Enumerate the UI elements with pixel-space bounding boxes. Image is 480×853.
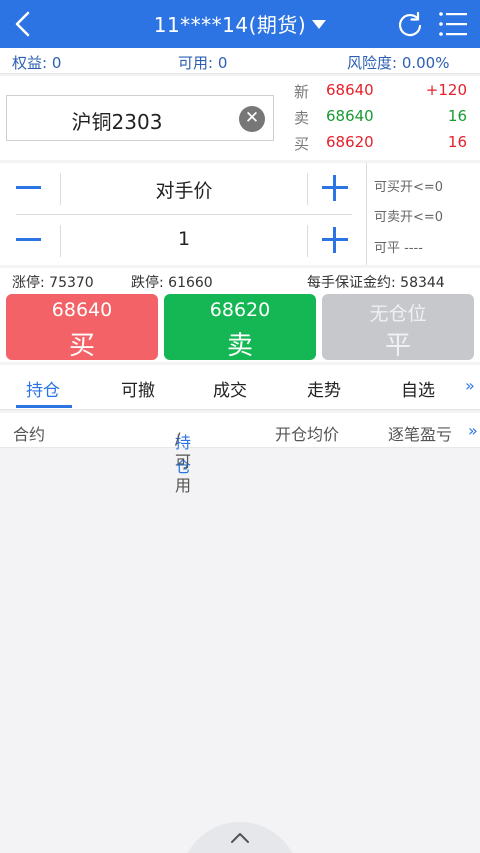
sell-price: 68620	[209, 299, 271, 321]
list-menu-icon[interactable]	[438, 10, 468, 38]
divider	[60, 225, 61, 257]
limit-up: 涨停: 75370	[12, 275, 94, 291]
price-type-value[interactable]: 对手价	[62, 176, 306, 203]
sell-button[interactable]: 68620 卖	[164, 294, 316, 361]
divider	[366, 163, 367, 265]
expand-panel-handle[interactable]	[180, 822, 300, 853]
close-label: 平	[384, 331, 411, 361]
buy-price: 68640	[51, 299, 113, 321]
quote-price: 68620	[326, 133, 374, 151]
buy-button[interactable]: 68640 买	[6, 294, 158, 361]
divider	[307, 225, 308, 257]
app-header: 11****14(期货)	[0, 0, 480, 48]
positions-table-header: 合约 持仓/可用 开仓均价 逐笔盈亏 »	[0, 413, 480, 495]
quote-label: 卖	[294, 109, 310, 127]
quantity-value[interactable]: 1	[62, 228, 306, 250]
account-summary: 权益: 0 可用: 0 风险度: 0.00%	[0, 48, 480, 74]
tab-watchlist[interactable]: 自选	[401, 376, 435, 401]
tab-cancellable[interactable]: 可撤	[121, 376, 155, 401]
price-stepper: 对手价	[0, 163, 362, 213]
quote-price: 68640	[326, 81, 374, 99]
buy-label: 买	[68, 331, 95, 361]
quote-volume: 16	[447, 133, 467, 151]
tabs-more-icon[interactable]: »	[465, 376, 475, 395]
col-position-rest: /可用	[175, 429, 192, 495]
close-position-button[interactable]: 无仓位 平	[322, 294, 474, 361]
divider	[60, 173, 61, 205]
columns-more-icon[interactable]: »	[468, 421, 478, 440]
close-status: 无仓位	[369, 303, 427, 325]
col-avg-price: 开仓均价	[275, 425, 340, 444]
limits-bar: 涨停: 75370 跌停: 61660 每手保证金约: 58344	[0, 268, 480, 294]
contract-input[interactable]: 沪铜2303 ✕	[6, 95, 274, 141]
chevron-up-icon	[231, 833, 249, 843]
risk-value: 风险度: 0.00%	[347, 54, 450, 72]
tab-bar: 持仓 可撤 成交 走势 自选 »	[0, 365, 480, 410]
quote-row-ask: 卖 68640 16	[294, 107, 474, 129]
tab-trades[interactable]: 成交	[213, 376, 247, 401]
action-buttons: 68640 买 68620 卖 无仓位 平	[0, 294, 480, 362]
tab-positions[interactable]: 持仓	[26, 376, 60, 401]
quote-price: 68640	[326, 107, 374, 125]
quote-volume: 16	[447, 107, 467, 125]
col-pnl: 逐笔盈亏	[388, 425, 453, 444]
account-title: 11****14(期货)	[153, 13, 307, 37]
limit-down: 跌停: 61660	[131, 275, 213, 291]
quantity-decrease-button[interactable]	[16, 238, 41, 241]
refresh-icon[interactable]	[396, 10, 424, 38]
clear-x-icon[interactable]: ✕	[239, 106, 265, 132]
margin-per-lot: 每手保证金约: 58344	[307, 275, 445, 291]
chevron-down-icon	[312, 20, 327, 29]
sell-label: 卖	[226, 331, 253, 361]
order-entry: 对手价 1 可买开<=0 可卖开<=0 可平 ----	[0, 163, 480, 265]
quote-panel: 沪铜2303 ✕ 新 68640 +120 卖 68640 16 买 68620…	[0, 76, 480, 160]
quantity-stepper: 1	[0, 215, 362, 265]
quote-change: +120	[425, 81, 467, 99]
quote-label: 新	[294, 83, 310, 101]
quote-label: 买	[294, 135, 310, 153]
avail-buy-open: 可买开<=0	[374, 180, 444, 195]
quote-row-last: 新 68640 +120	[294, 81, 474, 103]
price-increase-button[interactable]	[322, 175, 348, 201]
active-tab-indicator	[16, 405, 72, 408]
equity-value: 权益: 0	[12, 54, 62, 72]
divider	[307, 173, 308, 205]
tab-trend[interactable]: 走势	[307, 376, 341, 401]
quantity-increase-button[interactable]	[322, 227, 348, 253]
col-contract: 合约	[13, 425, 46, 444]
available-value: 可用: 0	[178, 54, 228, 72]
avail-close: 可平 ----	[374, 241, 423, 256]
avail-sell-open: 可卖开<=0	[374, 210, 444, 225]
contract-name: 沪铜2303	[71, 110, 163, 134]
price-decrease-button[interactable]	[16, 186, 41, 189]
quote-row-bid: 买 68620 16	[294, 133, 474, 155]
